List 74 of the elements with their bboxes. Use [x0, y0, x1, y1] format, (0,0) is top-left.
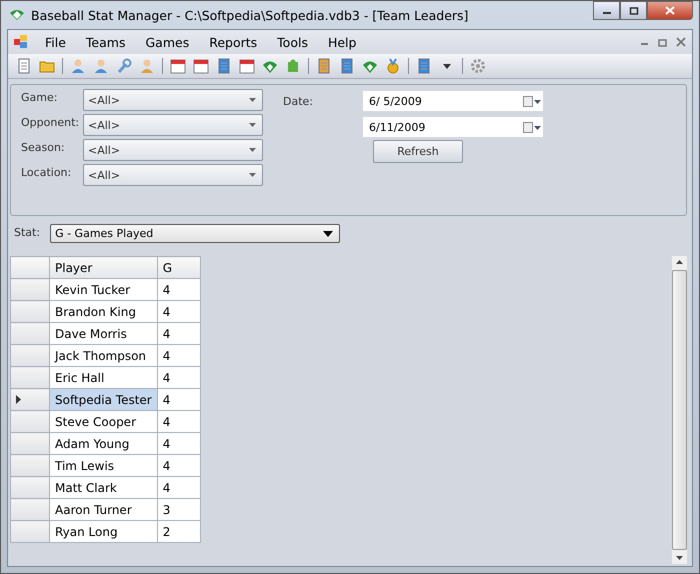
menu-item[interactable]: Tools	[268, 34, 317, 50]
restore-icon[interactable]	[658, 37, 668, 47]
games-cell: 4	[157, 410, 200, 432]
dropdown-arrow-icon	[249, 123, 256, 127]
games-cell: 4	[157, 322, 200, 344]
filter-dropdown[interactable]: <All>	[83, 164, 263, 186]
calendar-icon[interactable]	[170, 58, 186, 74]
notes-icon[interactable]	[416, 58, 432, 74]
new-document-icon[interactable]	[16, 58, 32, 74]
filter-label: Opponent:	[21, 115, 80, 129]
settings-icon[interactable]	[470, 58, 486, 74]
filter-dropdown[interactable]: <All>	[83, 139, 263, 161]
games-cell: 4	[157, 278, 200, 300]
column-header[interactable]: Player	[50, 256, 158, 278]
medal-icon[interactable]	[385, 58, 401, 74]
calendar-dropdown-icon	[523, 122, 541, 132]
scroll-up-icon[interactable]	[676, 260, 683, 264]
player-cell: Dave Morris	[50, 322, 158, 344]
close-icon[interactable]	[676, 37, 686, 47]
menu-item[interactable]: Games	[136, 34, 198, 50]
player-cell: Matt Clark	[50, 476, 158, 498]
games-cell: 4	[157, 300, 200, 322]
player-cell: Aaron Turner	[50, 498, 158, 520]
row-header[interactable]	[10, 388, 50, 410]
stat-dropdown[interactable]: G - Games Played	[50, 224, 340, 243]
filter-label: Location:	[21, 165, 72, 179]
player-cell: Eric Hall	[50, 366, 158, 388]
calendar-dropdown-icon	[523, 96, 541, 106]
window-title: Baseball Stat Manager - C:\Softpedia\Softpedia.vdb3 - [Team Leaders]	[31, 8, 468, 22]
games-cell: 4	[157, 432, 200, 454]
player-cell: Softpedia Tester	[50, 388, 158, 410]
date-field[interactable]: 6/ 5/2009	[363, 91, 543, 111]
player-cell: Tim Lewis	[50, 454, 158, 476]
column-header[interactable]: G	[157, 256, 200, 278]
dropdown-arrow-icon	[249, 148, 256, 152]
close-icon	[665, 6, 675, 15]
player-cell: Steve Cooper	[50, 410, 158, 432]
games-cell: 4	[157, 454, 200, 476]
close-button[interactable]	[647, 1, 693, 20]
refresh-button[interactable]: Refresh	[373, 140, 463, 163]
row-header-corner	[10, 256, 50, 278]
player-cell: Ryan Long	[50, 520, 158, 542]
stat-label: Stat:	[14, 225, 40, 239]
minimize-button[interactable]	[593, 1, 620, 20]
menu-item[interactable]: File	[36, 34, 75, 50]
baseball-field-icon	[9, 9, 25, 21]
app-icon	[14, 35, 28, 49]
player-cell: Jack Thompson	[50, 344, 158, 366]
games-cell: 4	[157, 388, 200, 410]
dropdown-arrow-icon	[249, 98, 256, 102]
menu-item[interactable]: Teams	[76, 34, 134, 50]
scroll-down-icon[interactable]	[676, 556, 683, 560]
menu-item[interactable]: Help	[318, 34, 366, 50]
dropdown-arrow-icon	[323, 230, 334, 236]
dropdown-arrow-icon	[249, 173, 256, 177]
filter-dropdown[interactable]: <All>	[83, 89, 263, 111]
maximize-button[interactable]	[620, 1, 647, 20]
person-icon[interactable]	[70, 58, 86, 74]
menu-item[interactable]: Reports	[200, 34, 266, 50]
maximize-icon	[628, 6, 638, 14]
games-cell: 4	[157, 476, 200, 498]
filter-dropdown[interactable]: <All>	[83, 114, 263, 136]
games-cell: 2	[157, 520, 200, 542]
date-label: Date:	[283, 94, 314, 108]
player-cell: Adam Young	[50, 432, 158, 454]
player-cell: Brandon King	[50, 300, 158, 322]
filter-label: Season:	[21, 140, 66, 154]
player-cell: Kevin Tucker	[50, 278, 158, 300]
games-cell: 3	[157, 498, 200, 520]
report-icon[interactable]	[316, 58, 332, 74]
games-cell: 4	[157, 366, 200, 388]
games-cell: 4	[157, 344, 200, 366]
filter-label: Game:	[21, 90, 58, 104]
date-field[interactable]: 6/11/2009	[363, 117, 543, 137]
